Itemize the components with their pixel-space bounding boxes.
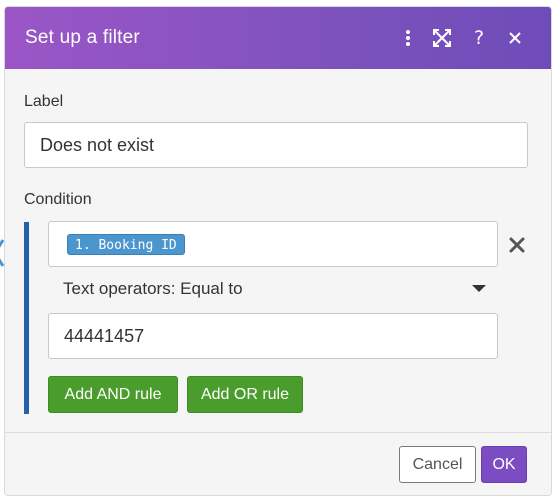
dialog-footer: Cancel OK [5,432,551,495]
operator-value: Text operators: Equal to [63,279,243,298]
dialog-header: Set up a filter ? [5,7,551,69]
cancel-button[interactable]: Cancel [399,446,476,483]
remove-condition-icon[interactable] [507,235,527,255]
add-or-rule-button[interactable]: Add OR rule [187,376,303,413]
help-icon[interactable]: ? [466,25,492,51]
help-glyph: ? [473,27,485,49]
condition-group-bar [24,222,29,414]
condition-value-field[interactable]: 44441457 [48,313,498,359]
label-field-label: Label [24,93,64,110]
condition-label: Condition [24,191,92,208]
close-icon[interactable] [502,25,528,51]
variable-pill[interactable]: 1. Booking ID [67,234,185,255]
filter-dialog: Set up a filter ? Label Does not exist C… [4,6,552,496]
condition-operand-field[interactable]: 1. Booking ID [48,221,498,267]
add-and-rule-button[interactable]: Add AND rule [48,376,178,413]
ok-button[interactable]: OK [481,446,527,483]
expand-icon[interactable] [429,25,455,51]
kebab-menu-icon[interactable] [395,25,421,51]
operator-select[interactable]: Text operators: Equal to [48,275,498,303]
label-input[interactable]: Does not exist [24,122,528,168]
dialog-title: Set up a filter [25,27,140,48]
dropdown-caret-icon [472,285,486,292]
